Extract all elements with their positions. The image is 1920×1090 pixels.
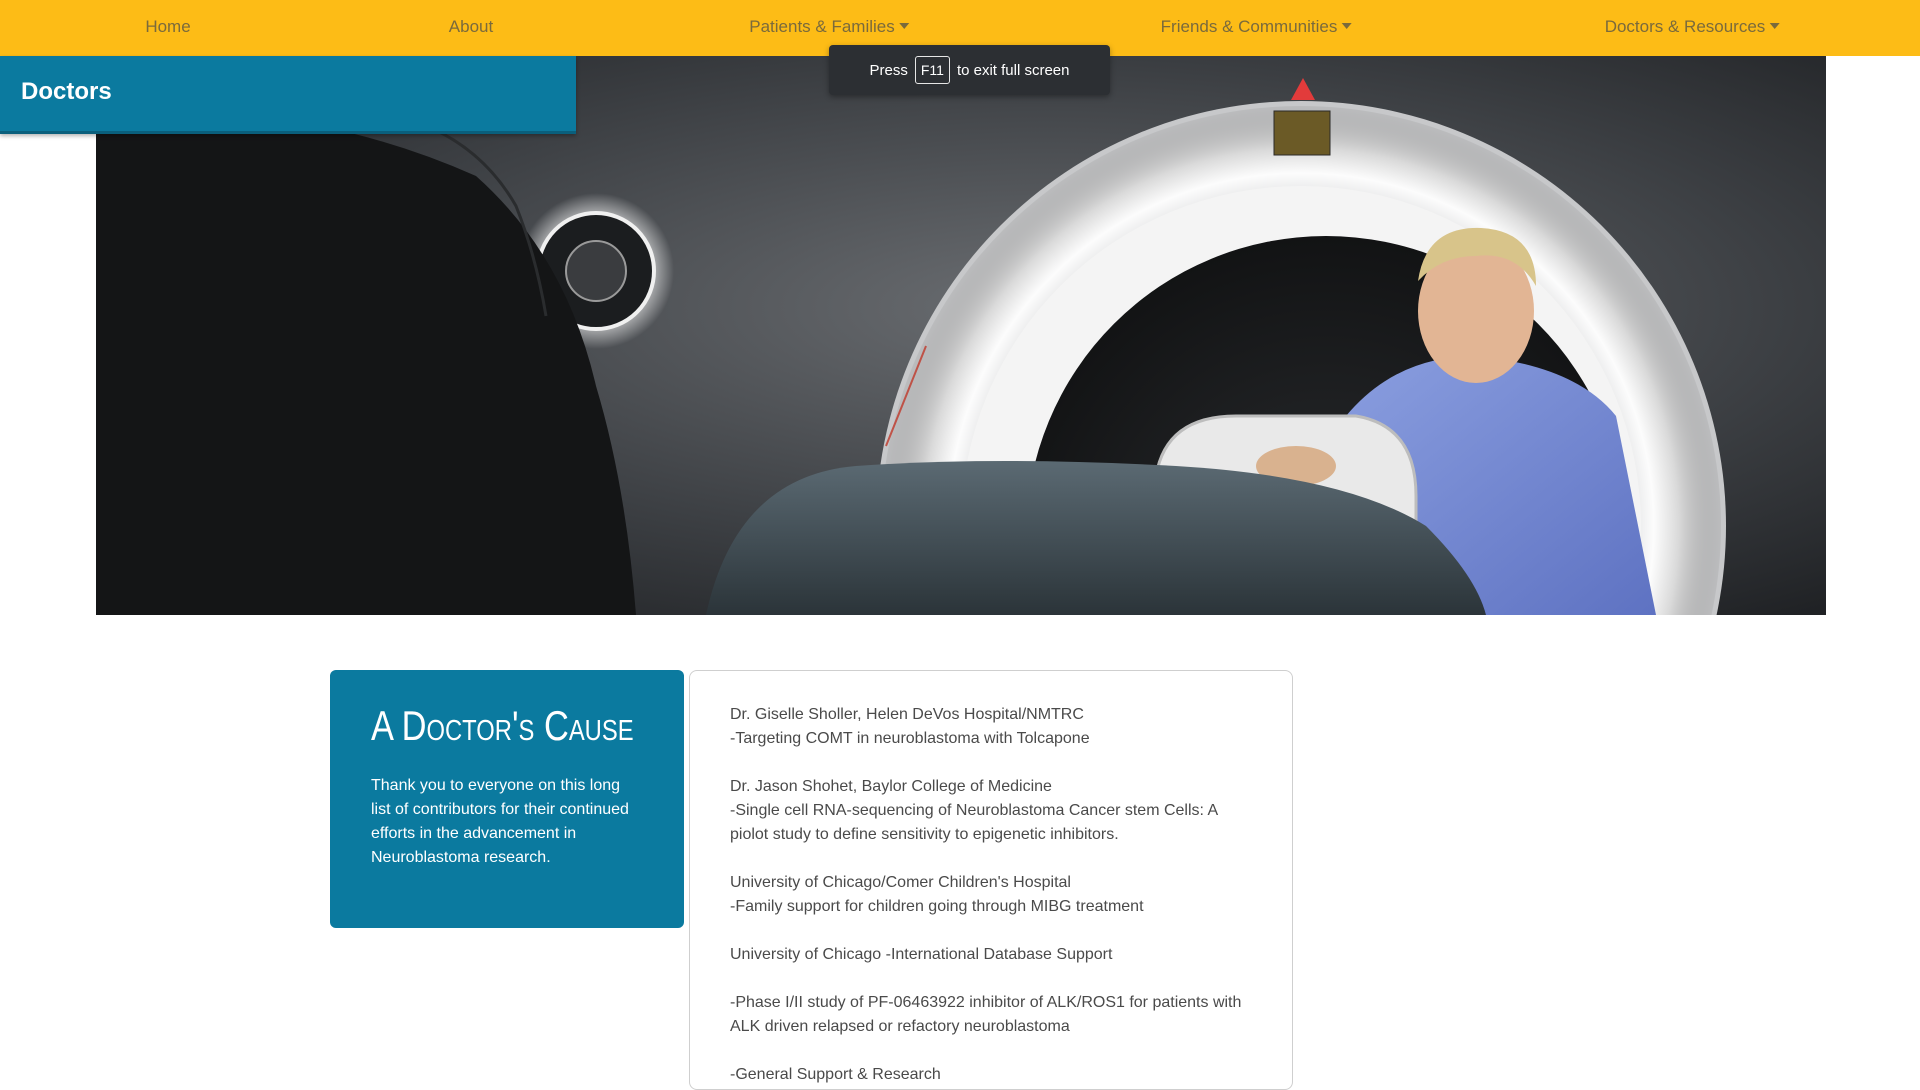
f11-key-badge: F11: [914, 56, 950, 84]
contributor-name: University of Chicago/Comer Children's H…: [730, 874, 1071, 891]
caret-down-icon: [1341, 23, 1352, 29]
page-title-banner: Doctors: [0, 56, 576, 134]
caret-down-icon: [898, 23, 909, 29]
contributor-project: -General Support & Research: [730, 1066, 941, 1083]
list-item: -General Support & Research: [730, 1063, 1252, 1087]
fullscreen-exit-toast: Press F11 to exit full screen: [829, 45, 1110, 95]
nav-doctors-resources-dropdown[interactable]: Doctors & Resources: [1605, 0, 1780, 56]
nav-about-label: About: [448, 17, 494, 36]
hero-image: [96, 56, 1826, 615]
contributor-name: Dr. Giselle Sholler, Helen DeVos Hospita…: [730, 706, 1084, 723]
nav-home-link[interactable]: Home: [145, 0, 190, 56]
contributors-list-card: Dr. Giselle Sholler, Helen DeVos Hospita…: [689, 670, 1293, 1090]
contributor-name: University of Chicago -International Dat…: [730, 946, 1113, 963]
mri-scanner-photo-icon: [96, 56, 1826, 615]
nav-doctors-resources-label: Doctors & Resources: [1604, 17, 1766, 36]
toast-press-text: Press: [869, 61, 908, 79]
doctors-cause-card: A Doctor's Cause Thank you to everyone o…: [330, 670, 684, 928]
list-item: University of Chicago/Comer Children's H…: [730, 871, 1252, 919]
list-item: Dr. Giselle Sholler, Helen DeVos Hospita…: [730, 703, 1252, 751]
contributor-project: -Targeting COMT in neuroblastoma with To…: [730, 730, 1090, 747]
page-title: Doctors: [21, 78, 112, 105]
nav-friends-communities-dropdown[interactable]: Friends & Communities: [1161, 0, 1352, 56]
nav-about-link[interactable]: About: [449, 0, 493, 56]
nav-home-label: Home: [145, 17, 191, 36]
list-item: University of Chicago -International Dat…: [730, 943, 1252, 967]
contributor-project: -Single cell RNA-sequencing of Neuroblas…: [730, 802, 1218, 843]
cause-heading: A Doctor's Cause: [371, 702, 634, 749]
nav-patients-families-label: Patients & Families: [749, 17, 895, 36]
contributor-project: -Phase I/II study of PF-06463922 inhibit…: [730, 994, 1242, 1035]
list-item: -Phase I/II study of PF-06463922 inhibit…: [730, 991, 1252, 1039]
contributor-name: Dr. Jason Shohet, Baylor College of Medi…: [730, 778, 1052, 795]
nav-friends-communities-label: Friends & Communities: [1160, 17, 1338, 36]
contributor-project: -Family support for children going throu…: [730, 898, 1144, 915]
toast-message-text: to exit full screen: [956, 61, 1070, 79]
caret-down-icon: [1769, 23, 1780, 29]
list-item: Dr. Jason Shohet, Baylor College of Medi…: [730, 775, 1252, 847]
cause-description: Thank you to everyone on this long list …: [371, 777, 629, 866]
